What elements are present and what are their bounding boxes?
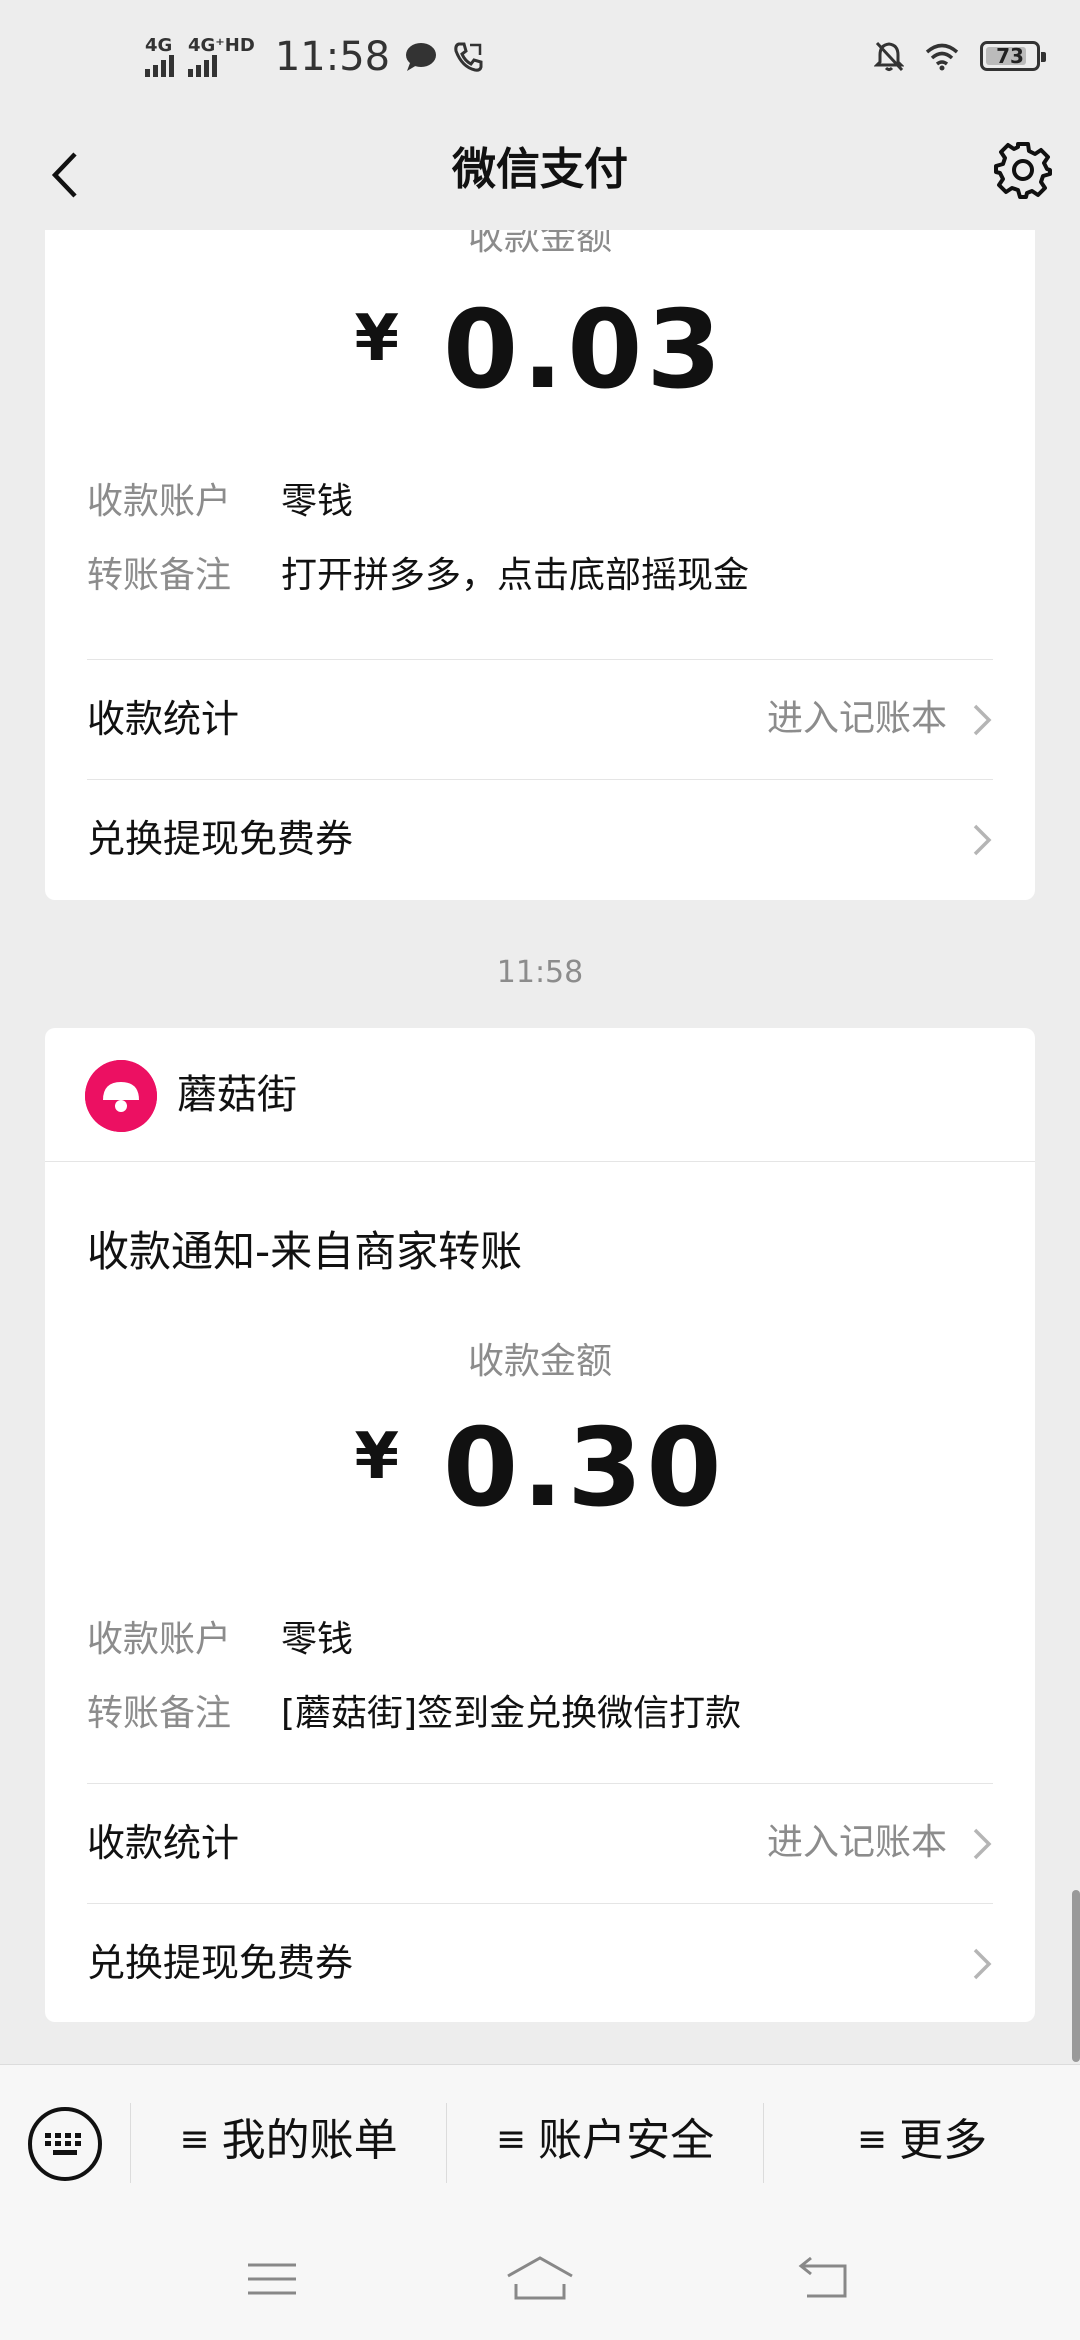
- keyboard-toggle-button[interactable]: [28, 2107, 102, 2181]
- wifi-icon: [925, 43, 959, 71]
- currency-symbol: ¥: [354, 1420, 400, 1494]
- remark-value: [蘑菇街]签到金兑换微信打款: [281, 1693, 742, 1734]
- chevron-right-icon: [973, 1828, 992, 1860]
- page-title: 微信支付: [452, 144, 628, 195]
- ledger-link[interactable]: 进入记账本: [767, 660, 947, 778]
- amount-display: ¥0.30: [45, 1406, 1035, 1531]
- amount-value: 0.03: [443, 288, 726, 413]
- amount-value: 0.30: [443, 1406, 726, 1531]
- status-bar: 4G 4G⁺HD 11:58 73: [0, 0, 1080, 120]
- menu-item-label: 我的账单: [221, 2115, 398, 2166]
- back-arrow-icon: [798, 2256, 847, 2298]
- menu-more[interactable]: ≡ 更多: [764, 2065, 1080, 2217]
- menu-lines-icon: ≡: [856, 2119, 888, 2160]
- signal-bars-icon: [145, 55, 174, 77]
- account-value: 零钱: [281, 481, 354, 522]
- voucher-row[interactable]: 兑换提现免费券: [45, 1904, 1035, 2022]
- merchant-name: 蘑菇街: [177, 1072, 297, 1118]
- wechat-pay-screen: 4G 4G⁺HD 11:58 73 收款金额 ¥ 0.03 收款账户 零钱 转账…: [0, 0, 1080, 2340]
- menu-lines-icon: [248, 2263, 296, 2295]
- battery-level: 73: [996, 44, 1024, 68]
- stats-label: 收款统计: [87, 697, 240, 741]
- remark-value: 打开拼多多，点击底部摇现金: [281, 555, 750, 596]
- cell-signal-1: 4G: [145, 37, 174, 77]
- menu-account-security[interactable]: ≡ 账户安全: [447, 2065, 763, 2217]
- mushroom-logo-icon: [85, 1060, 157, 1132]
- menu-lines-icon: ≡: [495, 2119, 527, 2160]
- home-button[interactable]: [500, 2244, 580, 2314]
- merchant-logo: [85, 1060, 157, 1132]
- back-nav-button[interactable]: [783, 2244, 863, 2314]
- nav-bar: 微信支付: [0, 120, 1080, 230]
- payment-notice-card-2[interactable]: 蘑菇街 收款通知-来自商家转账 收款金额 ¥0.30 收款账户 零钱 转账备注 …: [45, 1028, 1035, 2022]
- menu-lines-icon: ≡: [179, 2119, 210, 2160]
- cell-signal-2: 4G⁺HD: [188, 37, 255, 77]
- status-right: 73: [874, 40, 1046, 72]
- network-label-2: 4G⁺HD: [188, 35, 255, 56]
- account-key: 收款账户: [87, 481, 232, 522]
- payment-notice-card-1[interactable]: 收款金额 ¥0.03 收款账户 零钱 转账备注 打开拼多多，点击底部摇现金 收款…: [45, 170, 1035, 900]
- account-row: 收款账户 零钱: [87, 1610, 353, 1662]
- bottom-menu: ≡ 我的账单 ≡ 账户安全 ≡ 更多: [0, 2064, 1080, 2216]
- account-key: 收款账户: [87, 1619, 232, 1660]
- settings-button[interactable]: [988, 135, 1058, 205]
- menu-item-label: 账户安全: [538, 2115, 715, 2166]
- remark-key: 转账备注: [87, 1693, 232, 1734]
- phone-call-icon: [454, 42, 483, 72]
- home-icon: [507, 2256, 573, 2300]
- network-label-1: 4G: [145, 35, 173, 56]
- chat-bubble-icon: [406, 43, 437, 71]
- amount-label: 收款金额: [467, 1341, 612, 1382]
- stats-label: 收款统计: [87, 1821, 240, 1865]
- signal-bars-icon: [188, 55, 217, 77]
- recent-apps-button[interactable]: [232, 2244, 312, 2314]
- account-row: 收款账户 零钱: [87, 472, 353, 524]
- battery-icon: 73: [980, 41, 1046, 71]
- remark-row: 转账备注 打开拼多多，点击底部摇现金: [87, 546, 749, 598]
- merchant-header[interactable]: 蘑菇街: [45, 1028, 1035, 1162]
- mute-bell-icon: [874, 41, 904, 72]
- amount-display: ¥0.03: [45, 288, 1035, 413]
- voucher-row[interactable]: 兑换提现免费券: [45, 780, 1035, 898]
- gear-icon: [994, 142, 1052, 199]
- chevron-right-icon: [973, 704, 992, 736]
- currency-symbol: ¥: [354, 302, 400, 376]
- message-timestamp: 11:58: [496, 955, 584, 990]
- menu-item-label: 更多: [899, 2115, 988, 2166]
- chevron-right-icon: [973, 1948, 992, 1980]
- chevron-right-icon: [973, 824, 992, 856]
- remark-row: 转账备注 [蘑菇街]签到金兑换微信打款: [87, 1684, 741, 1736]
- status-left: 4G 4G⁺HD 11:58: [145, 34, 484, 80]
- voucher-label: 兑换提现免费券: [87, 817, 354, 861]
- status-time: 11:58: [274, 34, 391, 80]
- system-nav-bar: [0, 2216, 1080, 2340]
- ledger-link[interactable]: 进入记账本: [767, 1784, 947, 1902]
- account-value: 零钱: [281, 1619, 354, 1660]
- scrollbar[interactable]: [1072, 1890, 1080, 2062]
- stats-row[interactable]: 收款统计 进入记账本: [45, 660, 1035, 778]
- menu-my-bills[interactable]: ≡ 我的账单: [131, 2065, 446, 2217]
- keyboard-icon: [45, 2133, 81, 2155]
- voucher-label: 兑换提现免费券: [87, 1941, 354, 1985]
- notice-title: 收款通知-来自商家转账: [87, 1227, 523, 1276]
- stats-row[interactable]: 收款统计 进入记账本: [45, 1784, 1035, 1902]
- remark-key: 转账备注: [87, 555, 232, 596]
